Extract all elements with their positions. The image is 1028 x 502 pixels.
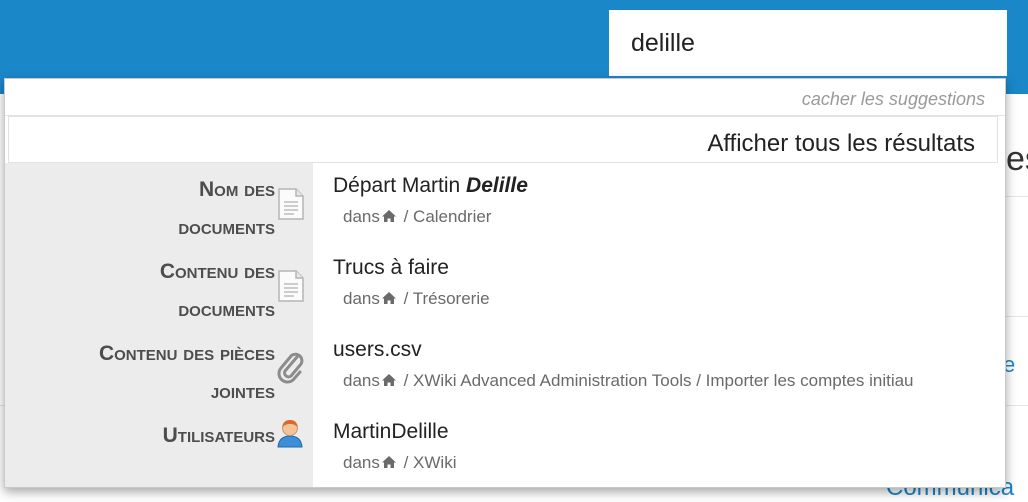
paperclip-icon	[277, 351, 305, 390]
result-item[interactable]: Départ Martin Delille dans / Calendrier	[333, 173, 1005, 227]
user-icon	[275, 417, 305, 454]
suggestion-categories-column: Nom des documents Contenu des documents	[5, 163, 313, 487]
background-heading: es	[1006, 140, 1028, 178]
background-divider	[1005, 196, 1028, 197]
search-highlight: Delille	[466, 174, 528, 197]
document-icon	[277, 269, 305, 308]
home-icon	[381, 456, 396, 468]
result-location: dans / XWiki	[343, 453, 457, 472]
category-label-document-names: Nom des documents	[178, 178, 275, 239]
result-title[interactable]: MartinDelille	[333, 419, 1005, 445]
home-icon	[381, 210, 396, 222]
result-location: dans / Trésorerie	[343, 289, 490, 308]
result-title[interactable]: users.csv	[333, 337, 1005, 363]
result-item[interactable]: Trucs à faire dans / Trésorerie	[333, 255, 1005, 309]
background-divider	[1005, 316, 1028, 317]
result-title[interactable]: Trucs à faire	[333, 255, 1005, 281]
result-location: dans / Calendrier	[343, 207, 492, 226]
result-title[interactable]: Départ Martin Delille	[333, 173, 1005, 199]
hide-suggestions-link[interactable]: cacher les suggestions	[802, 89, 985, 110]
document-icon	[277, 187, 305, 226]
category-label-users: Utilisateurs	[162, 424, 275, 447]
home-icon	[381, 292, 396, 304]
category-label-document-content: Contenu des documents	[159, 260, 275, 321]
result-item[interactable]: users.csv dans / XWiki Advanced Administ…	[333, 337, 1005, 391]
result-item[interactable]: MartinDelille dans / XWiki	[333, 419, 1005, 473]
home-icon	[381, 374, 396, 386]
category-label-attachment-content: Contenu des pièces jointes	[98, 342, 275, 403]
search-suggestions-dropdown: cacher les suggestions Afficher tous les…	[4, 78, 1006, 488]
suggestion-results-list: Départ Martin Delille dans / Calendrier …	[313, 163, 1005, 487]
result-location: dans / XWiki Advanced Administration Too…	[343, 371, 914, 390]
show-all-results-button[interactable]: Afficher tous les résultats	[8, 116, 998, 163]
search-input[interactable]: delille	[609, 10, 1007, 76]
